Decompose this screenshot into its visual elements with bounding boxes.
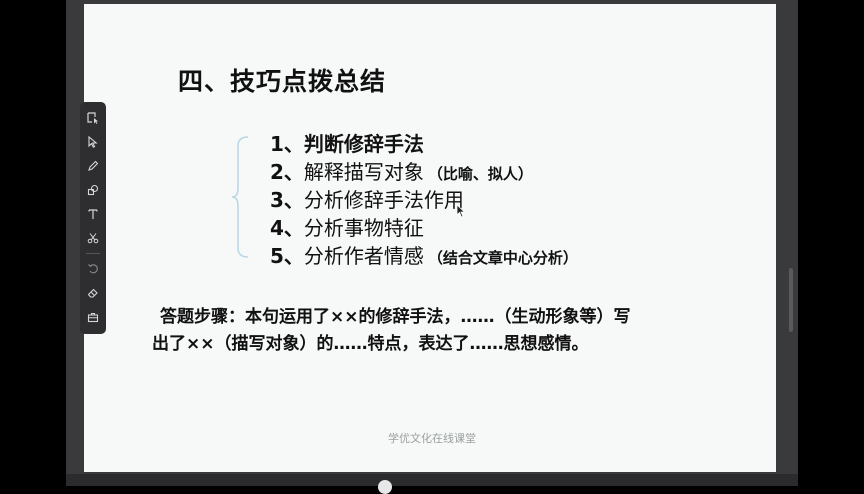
step-text: 判断修辞手法 xyxy=(303,132,424,156)
step-number: 3、 xyxy=(270,188,304,212)
step-number: 1、 xyxy=(270,132,304,156)
undo-icon[interactable] xyxy=(82,258,104,280)
brace-decoration xyxy=(232,136,249,258)
step-note: （比喻、拟人） xyxy=(427,165,533,183)
toolbox-icon[interactable] xyxy=(82,306,104,328)
watermark: 学优文化在线课堂 xyxy=(388,432,476,445)
answer-template: 答题步骤：本句运用了××的修辞手法，……（生动形象等）写 出了××（描写对象）的… xyxy=(152,304,752,358)
step-text: 分析作者情感 xyxy=(303,244,424,268)
step-note: （结合文章中心分析） xyxy=(427,249,578,267)
select-area-icon[interactable] xyxy=(82,107,104,129)
annotation-toolbar xyxy=(80,102,106,334)
pointer-icon[interactable] xyxy=(82,131,104,153)
step-number: 4、 xyxy=(270,216,304,240)
answer-line: 答题步骤：本句运用了××的修辞手法，……（生动形象等）写 xyxy=(160,307,631,327)
mouse-cursor-icon xyxy=(456,204,466,218)
step-text: 分析事物特征 xyxy=(303,216,424,240)
list-item: 2、解释描写对象 （比喻、拟人） xyxy=(270,158,578,186)
step-number: 5、 xyxy=(270,244,304,268)
steps-list: 1、判断修辞手法 2、解释描写对象 （比喻、拟人） 3、分析修辞手法作用 4、分析… xyxy=(270,130,578,270)
scissors-icon[interactable] xyxy=(82,227,104,249)
list-item: 4、分析事物特征 xyxy=(270,214,578,242)
step-number: 2、 xyxy=(270,160,304,184)
list-item: 5、分析作者情感 （结合文章中心分析） xyxy=(270,242,578,270)
list-item: 1、判断修辞手法 xyxy=(270,130,578,158)
pen-icon[interactable] xyxy=(82,155,104,177)
list-item: 3、分析修辞手法作用 xyxy=(270,186,578,214)
step-text: 分析修辞手法作用 xyxy=(303,188,464,212)
step-text: 解释描写对象 xyxy=(303,160,424,184)
shapes-icon[interactable] xyxy=(82,179,104,201)
bottom-control-bar xyxy=(66,474,798,486)
text-icon[interactable] xyxy=(82,203,104,225)
slide-title: 四、技巧点拨总结 xyxy=(178,67,387,96)
scrollbar[interactable] xyxy=(789,268,793,332)
answer-line: 出了××（描写对象）的……特点，表达了……思想感情。 xyxy=(152,334,589,354)
toolbar-divider xyxy=(86,253,100,254)
playback-indicator[interactable] xyxy=(378,480,392,494)
eraser-icon[interactable] xyxy=(82,282,104,304)
